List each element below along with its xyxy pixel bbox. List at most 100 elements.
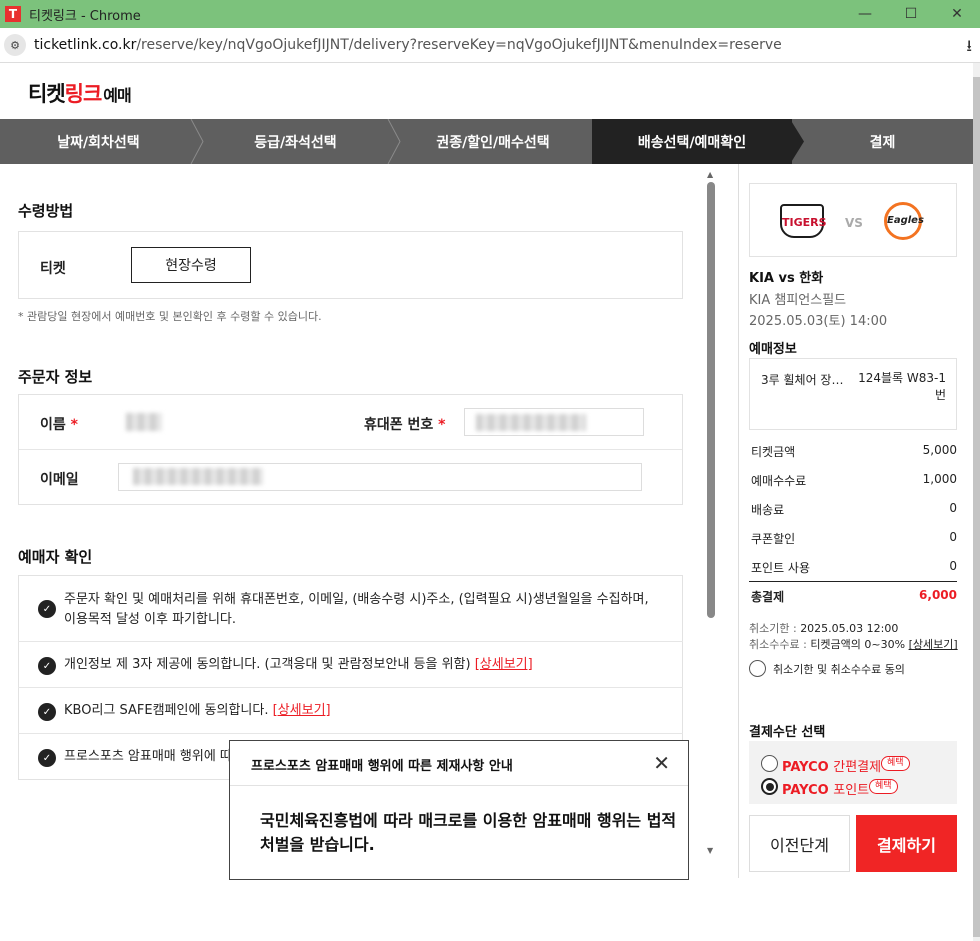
main-scrollbar[interactable]: ▲ ▼: [704, 170, 718, 860]
price-row-total: 총결제 6,000: [749, 582, 957, 611]
email-label: 이메일: [40, 472, 79, 488]
window-scrollbar[interactable]: [973, 63, 980, 941]
step-label: 등급/좌석선택: [254, 134, 337, 151]
maximize-icon[interactable]: ☐: [888, 0, 934, 28]
email-value-redacted: [133, 468, 263, 485]
name-label: 이름 *: [40, 414, 78, 434]
reservation-steps-nav: 날짜/회차선택 등급/좌석선택 권종/할인/매수선택 배송선택/예매확인 결제: [0, 119, 973, 164]
site-settings-icon[interactable]: ⚙: [4, 34, 26, 56]
phone-value-redacted: [476, 414, 586, 431]
payco-point-label[interactable]: PAYCO 포인트: [782, 779, 869, 798]
booker-confirm-title: 예매자 확인: [18, 548, 93, 566]
receive-method-title: 수령방법: [18, 202, 74, 220]
game-venue: KIA 챔피언스필드: [749, 293, 847, 308]
kia-tigers-logo: TIGERS: [780, 204, 827, 238]
agree-row-safe-campaign[interactable]: ✓ KBO리그 SAFE캠페인에 동의합니다. [상세보기]: [18, 688, 683, 734]
cancel-fee-value: 티켓금액의 0~30%: [810, 638, 906, 651]
scroll-down-arrow-icon[interactable]: ▼: [707, 846, 713, 855]
cancel-deadline: 취소기한 : 2025.05.03 12:00: [749, 620, 898, 636]
ticket-label: 티켓: [40, 261, 66, 277]
modal-body-text: 국민체육진흥법에 따라 매크로를 이용한 암표매매 행위는 법적 처벌을 받습니…: [260, 811, 677, 854]
window-title: 티켓링크 - Chrome: [29, 8, 141, 24]
orderer-info-title: 주문자 정보: [18, 368, 93, 386]
step-label: 권종/할인/매수선택: [436, 134, 550, 151]
pay-button[interactable]: 결제하기: [856, 815, 957, 872]
page-bottom-area: [0, 878, 973, 941]
agree-row-third-party[interactable]: ✓ 개인정보 제 3자 제공에 동의합니다. (고객응대 및 관람정보안내 등을…: [18, 642, 683, 688]
logo-part-reserve: 예매: [103, 86, 131, 105]
payco-point-radio[interactable]: [761, 778, 778, 795]
scrollbar-thumb[interactable]: [707, 182, 715, 618]
onsite-pickup-button[interactable]: 현장수령: [131, 247, 251, 283]
agree-third-party-label: 개인정보 제 3자 제공에 동의합니다. (고객응대 및 관람정보안내 등을 위…: [64, 657, 471, 672]
check-circle-icon[interactable]: ✓: [38, 703, 56, 721]
cancel-deadline-label: 취소기한 :: [749, 622, 801, 635]
step-payment: 결제: [792, 119, 973, 164]
check-circle-icon[interactable]: ✓: [38, 600, 56, 618]
seat-number-line1: 124블록 W83-1: [858, 371, 946, 385]
ticketlink-favicon-icon: T: [5, 6, 21, 22]
download-icon[interactable]: ⭳: [966, 35, 972, 62]
payco-brand: PAYCO: [782, 783, 829, 798]
cancel-agree-radio[interactable]: [749, 660, 766, 677]
price-row-delivery: 배송료 0: [749, 495, 957, 524]
vs-label: VS: [845, 216, 863, 230]
agree-safe-campaign-text: KBO리그 SAFE캠페인에 동의합니다. [상세보기]: [64, 701, 331, 721]
benefit-badge[interactable]: 혜택: [881, 756, 910, 771]
step-label: 배송선택/예매확인: [637, 134, 747, 151]
step-ticket-type: 권종/할인/매수선택: [394, 119, 592, 164]
logo-part-link: 링크: [64, 82, 103, 106]
payco-simple-label[interactable]: PAYCO 간편결제: [782, 756, 881, 775]
seat-grade: 3루 휠체어 장…: [761, 373, 844, 387]
cancel-fee: 취소수수료 : 티켓금액의 0~30% [상세보기]: [749, 636, 958, 652]
modal-close-icon[interactable]: ✕: [653, 751, 670, 775]
third-party-detail-link[interactable]: [상세보기]: [475, 657, 533, 672]
cancel-agree-label: 취소기한 및 취소수수료 동의: [773, 663, 905, 676]
hanwha-eagles-logo: Eagles: [884, 202, 924, 240]
seat-number: 124블록 W83-1 번: [858, 369, 946, 403]
game-title: KIA vs 한화: [749, 271, 824, 286]
reserve-info-title: 예매정보: [749, 342, 797, 357]
price-row-point: 포인트 사용 0: [749, 553, 957, 582]
agree-row-collect[interactable]: ✓ 주문자 확인 및 예매처리를 위해 휴대폰번호, 이메일, (배송수령 시)…: [18, 575, 683, 642]
logo-part-ticket: 티켓: [28, 82, 66, 106]
seat-number-line2: 번: [934, 388, 946, 402]
cancel-fee-label: 취소수수료 :: [749, 638, 811, 651]
url-field[interactable]: ticketlink.co.kr/reserve/key/nqVgoOjukef…: [34, 37, 782, 53]
pickup-note: * 관람당일 현장에서 예매번호 및 본인확인 후 수령할 수 있습니다.: [18, 310, 322, 323]
check-circle-icon[interactable]: ✓: [38, 749, 56, 767]
ticketlink-logo[interactable]: 티켓링크 예매: [28, 78, 132, 108]
step-date: 날짜/회차선택: [0, 119, 204, 164]
required-mark: *: [70, 417, 78, 433]
name-label-text: 이름: [40, 417, 66, 433]
price-value: 1,000: [922, 472, 957, 486]
scroll-up-arrow-icon[interactable]: ▲: [707, 170, 713, 179]
match-teams-box: TIGERS VS Eagles: [749, 183, 957, 257]
minimize-icon[interactable]: —: [842, 0, 888, 28]
price-label: 포인트 사용: [751, 561, 811, 575]
modal-header: 프로스포츠 암표매매 행위에 따른 제재사항 안내 ✕: [230, 741, 688, 786]
agree-collect-text: 주문자 확인 및 예매처리를 위해 휴대폰번호, 이메일, (배송수령 시)주소…: [64, 590, 649, 630]
benefit-badge[interactable]: 혜택: [869, 779, 898, 794]
cancel-deadline-value: 2025.05.03 12:00: [800, 622, 899, 635]
check-circle-icon[interactable]: ✓: [38, 657, 56, 675]
price-label: 쿠폰할인: [751, 532, 796, 546]
safe-campaign-detail-link[interactable]: [상세보기]: [273, 703, 331, 718]
agree-third-party-text: 개인정보 제 3자 제공에 동의합니다. (고객응대 및 관람정보안내 등을 위…: [64, 655, 533, 675]
cancel-fee-detail-link[interactable]: [상세보기]: [909, 638, 958, 651]
price-row-coupon: 쿠폰할인 0: [749, 524, 957, 553]
price-value: 0: [949, 559, 957, 573]
price-row-fee: 예매수수료 1,000: [749, 466, 957, 495]
url-host: ticketlink.co.kr: [34, 37, 137, 53]
agree-collect-line1: 주문자 확인 및 예매처리를 위해 휴대폰번호, 이메일, (배송수령 시)주소…: [64, 592, 649, 607]
payment-method-title: 결제수단 선택: [749, 725, 826, 740]
orderer-divider: [19, 449, 682, 450]
step-active-arrow-icon: [790, 119, 804, 164]
required-mark: *: [438, 417, 446, 433]
close-window-icon[interactable]: ✕: [934, 0, 980, 28]
payco-simple-sub: 간편결제: [833, 760, 882, 775]
window-scrollbar-thumb[interactable]: [973, 77, 980, 937]
payco-simple-radio[interactable]: [761, 755, 778, 772]
step-grade-seat: 등급/좌석선택: [197, 119, 401, 164]
previous-step-button[interactable]: 이전단계: [749, 815, 850, 872]
